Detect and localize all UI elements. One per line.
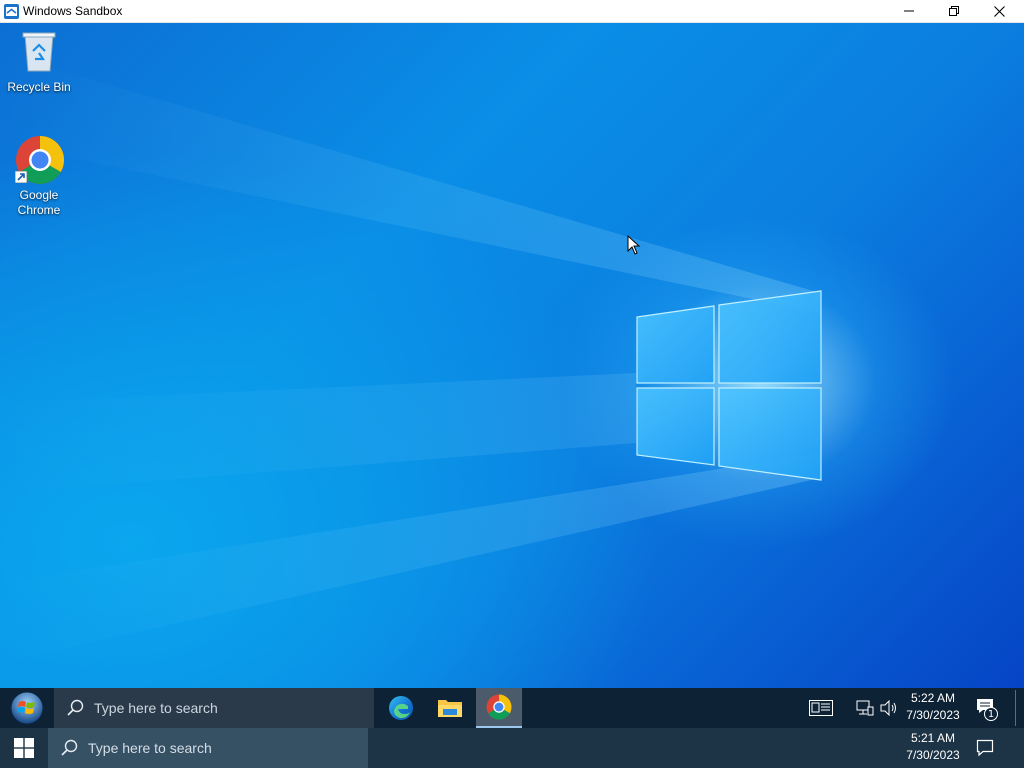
volume-icon[interactable] xyxy=(880,700,898,716)
sandbox-start-button[interactable] xyxy=(0,688,54,728)
chrome-icon xyxy=(486,694,512,720)
host-start-button[interactable] xyxy=(0,728,48,768)
taskbar-app-file-explorer[interactable] xyxy=(427,688,473,728)
host-search-placeholder: Type here to search xyxy=(88,740,212,756)
sandbox-date: 7/30/2023 xyxy=(906,708,960,722)
host-clock[interactable]: 5:21 AM 7/30/2023 xyxy=(902,730,964,764)
sandbox-search-placeholder: Type here to search xyxy=(94,700,218,716)
search-icon xyxy=(67,699,84,716)
desktop-icon-recycle-bin[interactable]: Recycle Bin xyxy=(1,29,77,105)
sandbox-action-center[interactable]: 1 xyxy=(974,696,1000,722)
restore-button[interactable] xyxy=(931,0,977,22)
windows-logo-wallpaper xyxy=(636,290,822,481)
restore-icon xyxy=(949,6,959,16)
desktop-icon-google-chrome[interactable]: Google Chrome xyxy=(1,135,77,219)
minimize-icon xyxy=(904,10,914,12)
action-center-icon[interactable] xyxy=(976,739,994,757)
host-date: 7/30/2023 xyxy=(906,748,960,762)
host-time: 5:21 AM xyxy=(910,731,956,745)
recycle-bin-icon xyxy=(22,32,56,72)
sandbox-time: 5:22 AM xyxy=(910,691,956,705)
network-icon[interactable] xyxy=(856,700,874,716)
chrome-label: Google Chrome xyxy=(17,188,61,217)
news-interests-icon[interactable] xyxy=(809,700,833,716)
minimize-button[interactable] xyxy=(886,0,932,22)
mouse-cursor-icon xyxy=(627,235,641,255)
sandbox-show-desktop[interactable] xyxy=(1015,690,1022,726)
windows7-orb-icon xyxy=(10,691,44,725)
wallpaper-light-beams xyxy=(0,53,822,663)
taskbar-app-chrome[interactable] xyxy=(476,688,522,728)
sandbox-title-bar[interactable]: Windows Sandbox xyxy=(0,0,1024,23)
window-title: Windows Sandbox xyxy=(23,4,123,18)
windows-logo-icon xyxy=(14,738,34,758)
taskbar-app-edge[interactable] xyxy=(378,688,424,728)
desktop[interactable]: Recycle Bin Google Chrome xyxy=(0,23,1024,688)
recycle-bin-label: Recycle Bin xyxy=(7,80,71,94)
close-icon xyxy=(993,5,1005,17)
host-search-box[interactable]: Type here to search xyxy=(48,728,368,768)
sandbox-app-icon xyxy=(4,4,19,19)
sandbox-clock[interactable]: 5:22 AM 7/30/2023 xyxy=(902,690,964,724)
edge-icon xyxy=(389,696,413,720)
sandbox-search-box[interactable]: Type here to search xyxy=(54,688,374,728)
file-explorer-icon xyxy=(438,700,462,717)
search-icon xyxy=(61,739,78,756)
notification-badge: 1 xyxy=(984,707,998,721)
shortcut-arrow-icon xyxy=(15,171,27,183)
close-button[interactable] xyxy=(976,0,1022,22)
